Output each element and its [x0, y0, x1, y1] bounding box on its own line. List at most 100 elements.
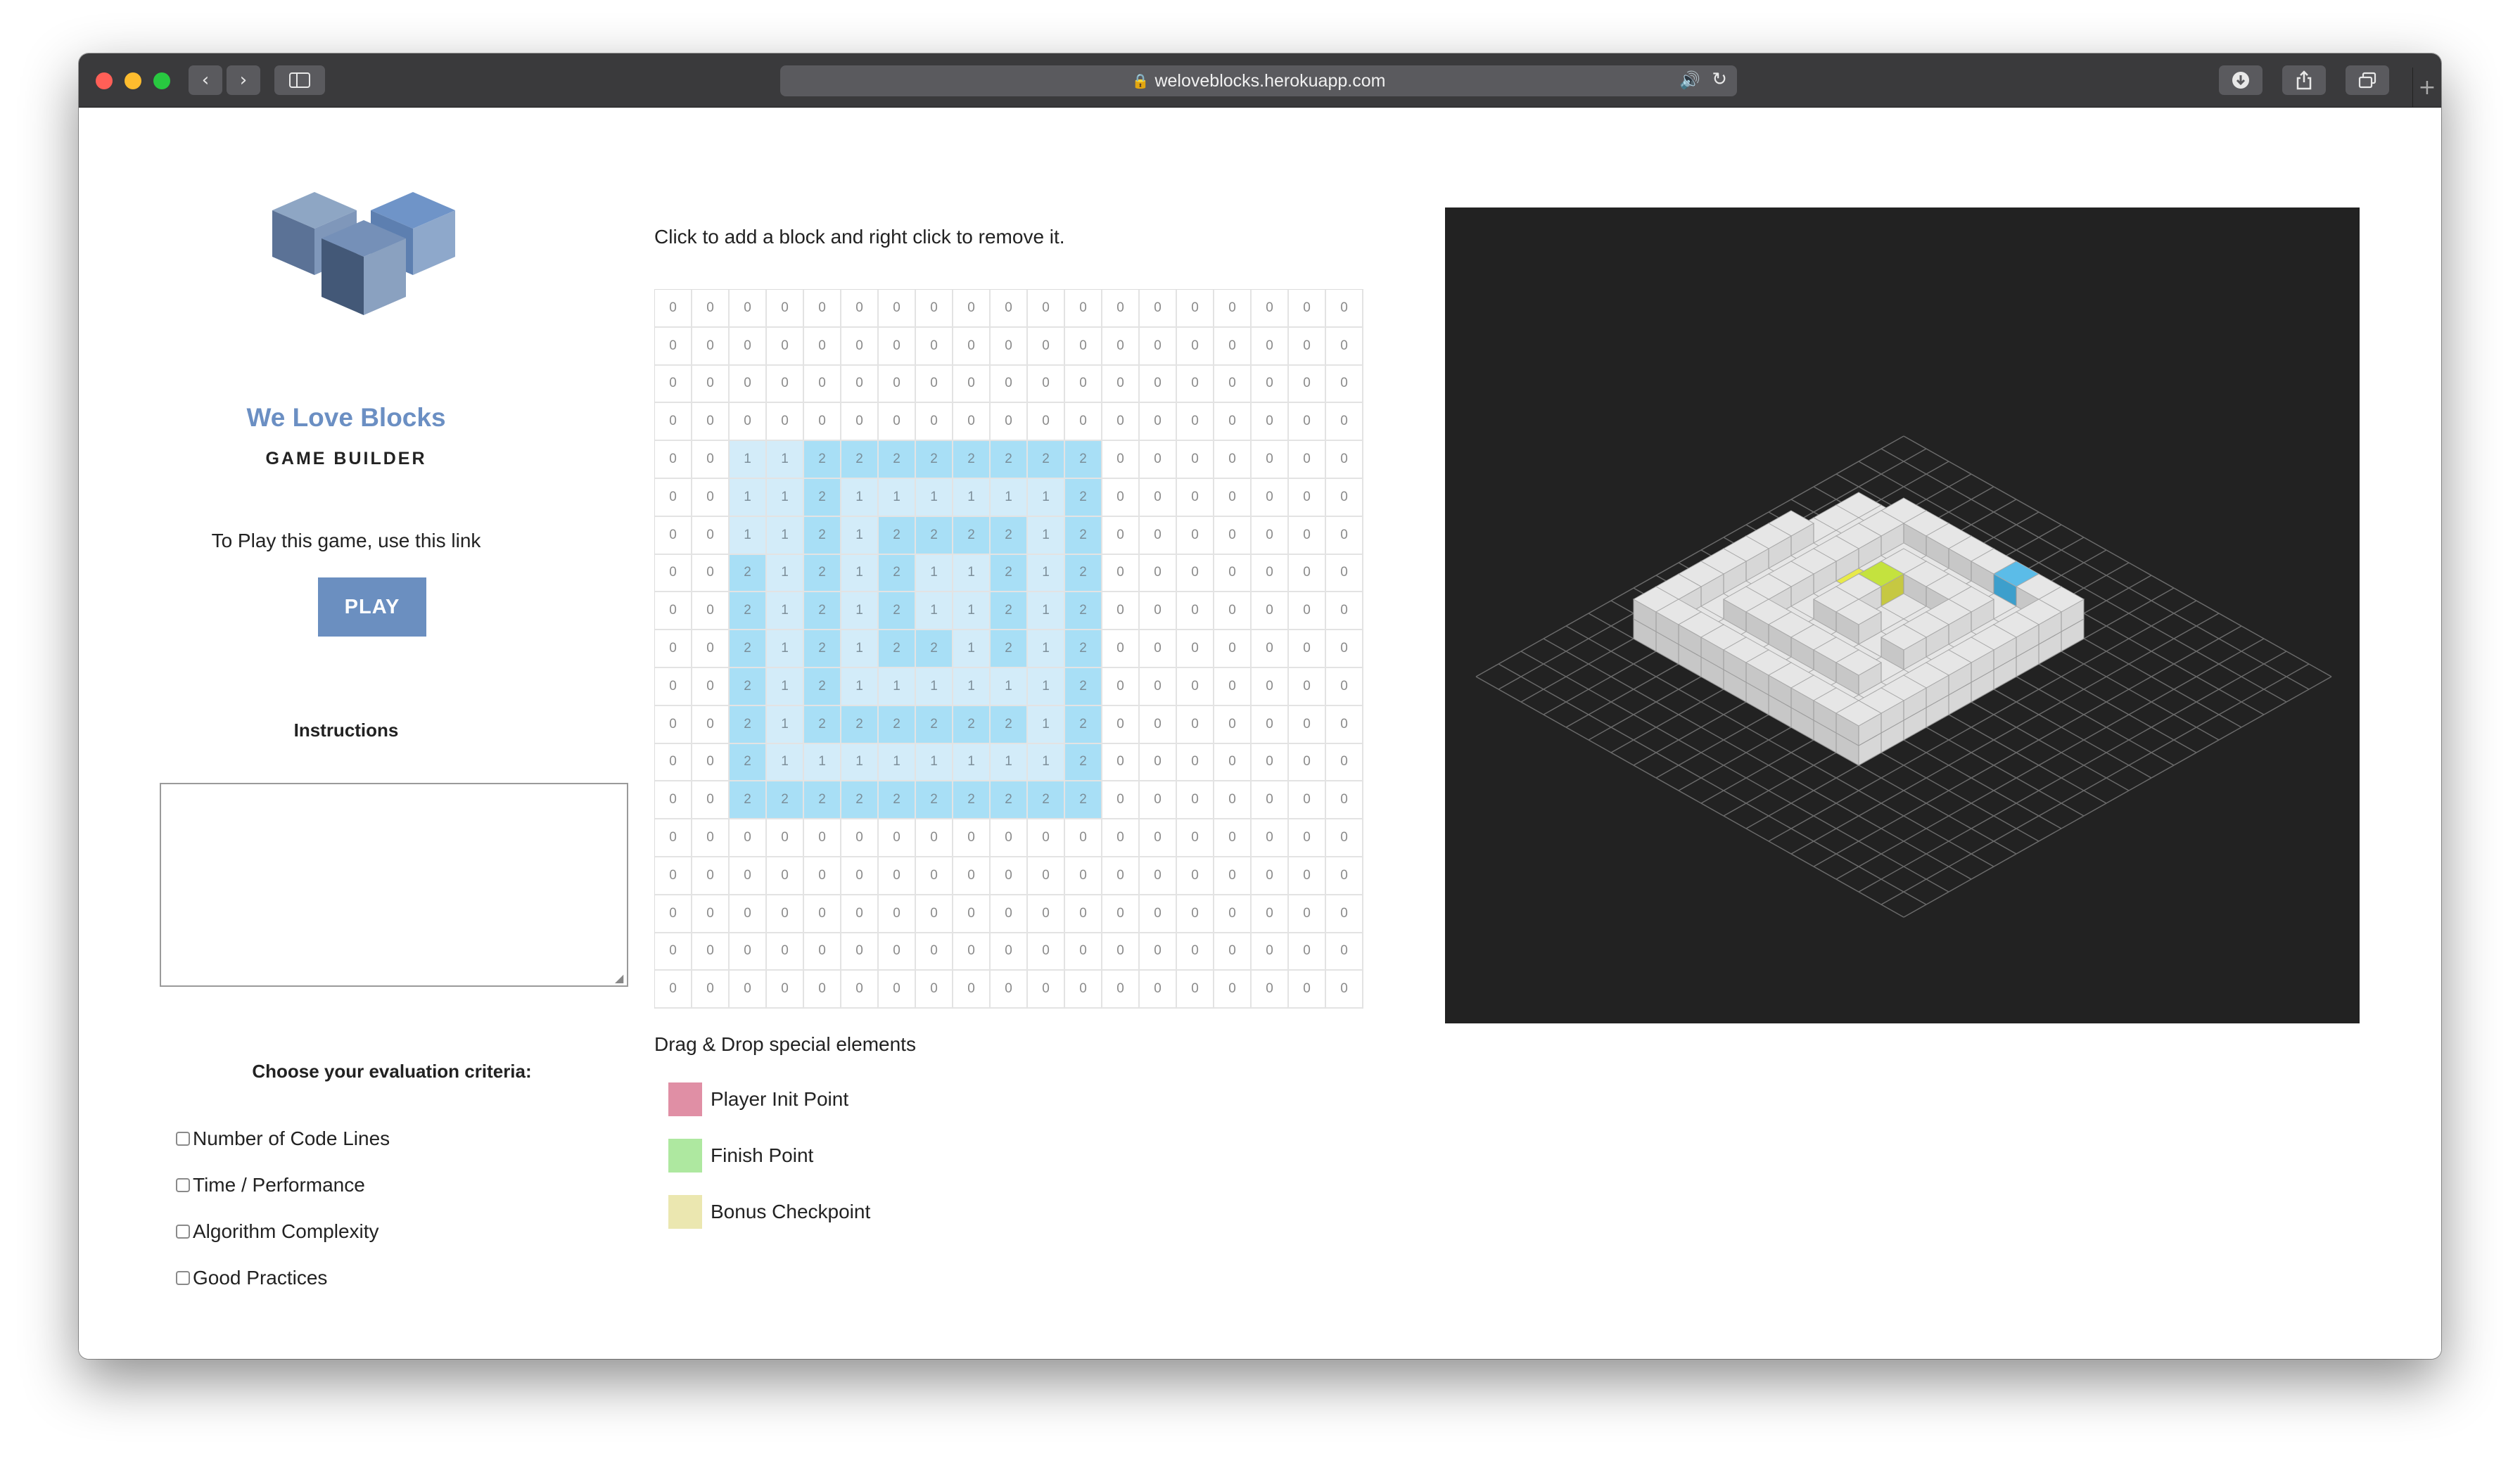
- grid-cell[interactable]: 0: [953, 971, 991, 1009]
- grid-cell[interactable]: 0: [1177, 327, 1214, 366]
- grid-cell[interactable]: 0: [692, 365, 730, 404]
- grid-cell[interactable]: 0: [1214, 403, 1252, 442]
- grid-cell[interactable]: 0: [1326, 290, 1363, 328]
- grid-cell[interactable]: 0: [655, 365, 692, 404]
- grid-cell[interactable]: 0: [1326, 895, 1363, 933]
- grid-cell[interactable]: 1: [804, 743, 841, 782]
- grid-cell[interactable]: 0: [1102, 403, 1140, 442]
- grid-cell[interactable]: 0: [1326, 441, 1363, 479]
- grid-cell[interactable]: 0: [767, 403, 804, 442]
- grid-cell[interactable]: 2: [916, 516, 953, 555]
- grid-cell[interactable]: 0: [1289, 554, 1326, 593]
- grid-cell[interactable]: 0: [991, 933, 1028, 971]
- grid-cell[interactable]: 0: [879, 403, 916, 442]
- grid-cell[interactable]: 0: [1214, 705, 1252, 744]
- grid-cell[interactable]: 1: [767, 705, 804, 744]
- grid-cell[interactable]: 0: [1102, 441, 1140, 479]
- grid-cell[interactable]: 0: [804, 365, 841, 404]
- grid-cell[interactable]: 0: [1140, 895, 1177, 933]
- tabs-overview-icon[interactable]: [2346, 65, 2389, 95]
- grid-cell[interactable]: 2: [1028, 441, 1065, 479]
- grid-cell[interactable]: 0: [1289, 933, 1326, 971]
- grid-cell[interactable]: 0: [1177, 743, 1214, 782]
- grid-cell[interactable]: 0: [1177, 403, 1214, 442]
- grid-cell[interactable]: 0: [655, 592, 692, 631]
- grid-cell[interactable]: 0: [1289, 365, 1326, 404]
- grid-cell[interactable]: 2: [1065, 516, 1102, 555]
- grid-cell[interactable]: 0: [1289, 327, 1326, 366]
- grid-cell[interactable]: 0: [1214, 743, 1252, 782]
- grid-cell[interactable]: 0: [1214, 971, 1252, 1009]
- grid-cell[interactable]: 0: [767, 895, 804, 933]
- grid-cell[interactable]: 0: [1177, 441, 1214, 479]
- grid-cell[interactable]: 0: [953, 857, 991, 895]
- grid-cell[interactable]: 0: [1177, 478, 1214, 517]
- grid-cell[interactable]: 2: [879, 441, 916, 479]
- grid-cell[interactable]: 2: [1065, 592, 1102, 631]
- grid-cell[interactable]: 0: [879, 290, 916, 328]
- grid-cell[interactable]: 0: [841, 895, 879, 933]
- grid-cell[interactable]: 1: [916, 667, 953, 706]
- grid-cell[interactable]: 0: [655, 971, 692, 1009]
- grid-cell[interactable]: 0: [1102, 819, 1140, 857]
- grid-cell[interactable]: 1: [767, 516, 804, 555]
- grid-cell[interactable]: 0: [1177, 895, 1214, 933]
- grid-cell[interactable]: 0: [1177, 630, 1214, 668]
- grid-cell[interactable]: 2: [1065, 554, 1102, 593]
- grid-cell[interactable]: 0: [1102, 554, 1140, 593]
- grid-cell[interactable]: 0: [1102, 630, 1140, 668]
- grid-cell[interactable]: 0: [1252, 857, 1289, 895]
- player-init-swatch[interactable]: [668, 1082, 702, 1116]
- grid-cell[interactable]: 0: [730, 327, 767, 366]
- grid-cell[interactable]: 2: [1065, 630, 1102, 668]
- grid-cell[interactable]: 1: [767, 630, 804, 668]
- grid-cell[interactable]: 1: [991, 667, 1028, 706]
- grid-cell[interactable]: 0: [655, 895, 692, 933]
- grid-cell[interactable]: 1: [841, 478, 879, 517]
- grid-cell[interactable]: 0: [953, 933, 991, 971]
- grid-cell[interactable]: 1: [841, 516, 879, 555]
- grid-cell[interactable]: 1: [953, 630, 991, 668]
- grid-cell[interactable]: 0: [1214, 857, 1252, 895]
- grid-cell[interactable]: 0: [804, 895, 841, 933]
- grid-cell[interactable]: 0: [1252, 403, 1289, 442]
- grid-cell[interactable]: 0: [692, 667, 730, 706]
- grid-cell[interactable]: 0: [1028, 819, 1065, 857]
- grid-cell[interactable]: 2: [1065, 478, 1102, 517]
- instructions-textarea[interactable]: [160, 783, 628, 987]
- grid-cell[interactable]: 0: [692, 478, 730, 517]
- grid-cell[interactable]: 0: [804, 327, 841, 366]
- special-finish-point[interactable]: Finish Point: [668, 1139, 813, 1173]
- grid-cell[interactable]: 0: [1102, 365, 1140, 404]
- grid-cell[interactable]: 0: [1326, 933, 1363, 971]
- grid-cell[interactable]: 0: [767, 327, 804, 366]
- plus-icon[interactable]: +: [2412, 68, 2441, 107]
- grid-cell[interactable]: 2: [879, 781, 916, 820]
- grid-cell[interactable]: 2: [730, 781, 767, 820]
- grid-cell[interactable]: 0: [1102, 857, 1140, 895]
- grid-cell[interactable]: 0: [730, 290, 767, 328]
- grid-cell[interactable]: 0: [1214, 290, 1252, 328]
- grid-cell[interactable]: 0: [1214, 554, 1252, 593]
- grid-cell[interactable]: 0: [692, 819, 730, 857]
- grid-cell[interactable]: 0: [1177, 819, 1214, 857]
- grid-cell[interactable]: 2: [841, 705, 879, 744]
- grid-cell[interactable]: 2: [804, 554, 841, 593]
- grid-cell[interactable]: 2: [804, 630, 841, 668]
- grid-cell[interactable]: 0: [1102, 290, 1140, 328]
- grid-cell[interactable]: 0: [991, 403, 1028, 442]
- grid-cell[interactable]: 1: [730, 478, 767, 517]
- grid-cell[interactable]: 0: [804, 819, 841, 857]
- grid-cell[interactable]: 1: [879, 478, 916, 517]
- grid-cell[interactable]: 0: [1028, 403, 1065, 442]
- grid-cell[interactable]: 2: [991, 554, 1028, 593]
- grid-cell[interactable]: 0: [1289, 971, 1326, 1009]
- grid-cell[interactable]: 0: [1177, 781, 1214, 820]
- grid-cell[interactable]: 1: [1028, 516, 1065, 555]
- grid-cell[interactable]: 0: [692, 857, 730, 895]
- grid-cell[interactable]: 0: [1028, 971, 1065, 1009]
- grid-cell[interactable]: 0: [1065, 971, 1102, 1009]
- grid-cell[interactable]: 0: [730, 933, 767, 971]
- grid-cell[interactable]: 0: [1102, 478, 1140, 517]
- chevron-left-icon[interactable]: ‹: [189, 65, 222, 95]
